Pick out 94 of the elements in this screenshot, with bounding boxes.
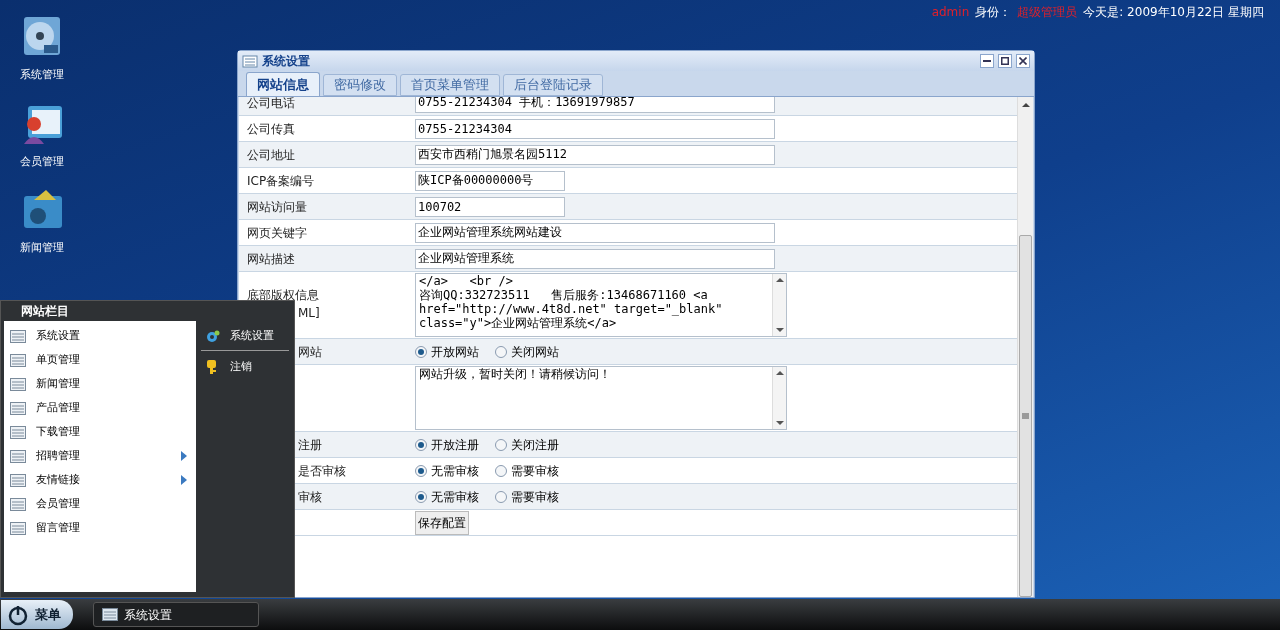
text-area-field[interactable]: 网站升级，暂时关闭！请稍候访问！ (415, 366, 787, 430)
field-label: 底部版权信息 (247, 287, 319, 304)
input-field[interactable]: 0755-21234304 (415, 118, 775, 139)
tab[interactable]: 网站信息 (246, 72, 320, 96)
caret-icon (180, 474, 188, 486)
radio-label[interactable]: 开放网站 (431, 342, 479, 361)
radio-button[interactable] (415, 438, 427, 451)
radio-label[interactable]: 开放注册 (431, 435, 479, 454)
close-icon (1019, 57, 1027, 65)
list-icon (10, 449, 26, 463)
input-field[interactable]: 企业网站管理系统网站建设 (415, 222, 775, 243)
field-note: ML] (298, 305, 320, 322)
grip-icon (1021, 412, 1030, 420)
list-icon (10, 521, 26, 535)
field-label: 网页关键字 (247, 224, 307, 242)
list-icon (10, 377, 26, 391)
start-button[interactable]: 菜单 (1, 600, 73, 629)
input-field[interactable]: 陕ICP备00000000号 (415, 170, 565, 191)
list-icon (10, 329, 26, 343)
input-field[interactable]: 100702 (415, 196, 565, 217)
minimize-icon (983, 60, 991, 62)
role-label: 身份： (975, 4, 1012, 21)
desktop-icon-label[interactable]: 会员管理 (20, 153, 64, 170)
taskbar-button[interactable]: 系统设置 (93, 602, 259, 627)
list-icon (10, 425, 26, 439)
menu-title: 网站栏目 (20, 303, 70, 320)
up-arrow-icon (774, 369, 785, 377)
field-label: 网站描述 (247, 250, 295, 268)
radio-button[interactable] (495, 490, 507, 503)
window-icon (102, 608, 118, 621)
menu-item[interactable]: 会员管理 (4, 492, 196, 516)
tab[interactable]: 首页菜单管理 (400, 74, 500, 96)
scrollbar[interactable] (772, 367, 786, 429)
radio-button[interactable] (495, 438, 507, 451)
desktop-icon-label[interactable]: 系统管理 (20, 67, 64, 84)
list-icon (10, 353, 26, 367)
user-name: admin (931, 4, 970, 21)
desktop-icon-label[interactable]: 新闻管理 (20, 240, 64, 257)
minimize-button[interactable] (980, 54, 994, 68)
radio-button[interactable] (495, 464, 507, 477)
text-area-field[interactable]: </a> <br /> 咨询QQ:332723511 售后服务:13468671160 <a href="http://www.4t8d.net" target="_blank" class="y">企业网站管理系统</a> (415, 273, 787, 337)
field-label: 公司传真 (247, 120, 295, 138)
scrollbar[interactable] (772, 274, 786, 336)
date-text: 今天是: 2009年10月22日 星期四 (1083, 4, 1264, 21)
power-icon (7, 603, 29, 626)
window-title: 系统设置 (262, 53, 311, 70)
maximize-button[interactable] (998, 54, 1012, 68)
up-arrow-icon (1020, 101, 1031, 109)
menu-item[interactable]: 招聘管理 (4, 444, 196, 468)
radio-label[interactable]: 关闭注册 (511, 435, 559, 454)
radio-label[interactable]: 关闭网站 (511, 342, 559, 361)
list-icon (10, 473, 26, 487)
field-label: 是否审核 (298, 462, 346, 480)
input-field[interactable]: 西安市西稍门旭景名园5112 (415, 144, 775, 165)
radio-button[interactable] (415, 490, 427, 503)
field-label: 公司地址 (247, 146, 295, 164)
menu-item[interactable]: 友情链接 (4, 468, 196, 492)
radio-button[interactable] (495, 345, 507, 358)
tab[interactable]: 密码修改 (323, 74, 397, 96)
down-arrow-icon (774, 419, 785, 427)
role-text: 超级管理员 (1017, 4, 1078, 21)
maximize-icon (1001, 57, 1009, 65)
field-label: 网站访问量 (247, 198, 307, 216)
caret-icon (180, 450, 188, 462)
menu-item[interactable]: 留言管理 (4, 516, 196, 540)
radio-label[interactable]: 需要审核 (511, 487, 559, 506)
menu-item[interactable]: 新闻管理 (4, 372, 196, 396)
radio-button[interactable] (415, 464, 427, 477)
field-label: 注册 (298, 436, 322, 454)
list-icon (10, 497, 26, 511)
field-label: 公司电话 (247, 97, 295, 112)
list-icon (10, 401, 26, 415)
tab[interactable]: 后台登陆记录 (503, 74, 603, 96)
menu-item[interactable]: 单页管理 (4, 348, 196, 372)
close-button[interactable] (1016, 54, 1030, 68)
down-arrow-icon (774, 326, 785, 334)
input-field[interactable]: 企业网站管理系统 (415, 248, 775, 269)
radio-label[interactable]: 无需审核 (431, 487, 479, 506)
radio-label[interactable]: 无需审核 (431, 461, 479, 480)
menu-item[interactable]: 系统设置 (201, 323, 289, 351)
menu-item[interactable]: 产品管理 (4, 396, 196, 420)
radio-button[interactable] (415, 345, 427, 358)
save-button[interactable]: 保存配置 (415, 510, 469, 535)
menu-item[interactable]: 注销 (201, 353, 289, 381)
gear-icon (204, 328, 220, 345)
scrollbar[interactable] (1017, 97, 1033, 597)
menu-item[interactable]: 下载管理 (4, 420, 196, 444)
field-label: ICP备案编号 (247, 172, 315, 190)
field-label: 审核 (298, 488, 322, 506)
radio-label[interactable]: 需要审核 (511, 461, 559, 480)
menu-item[interactable]: 系统设置 (4, 324, 196, 348)
field-label: 网站 (298, 343, 322, 361)
up-arrow-icon (774, 276, 785, 284)
window-icon (242, 53, 258, 69)
